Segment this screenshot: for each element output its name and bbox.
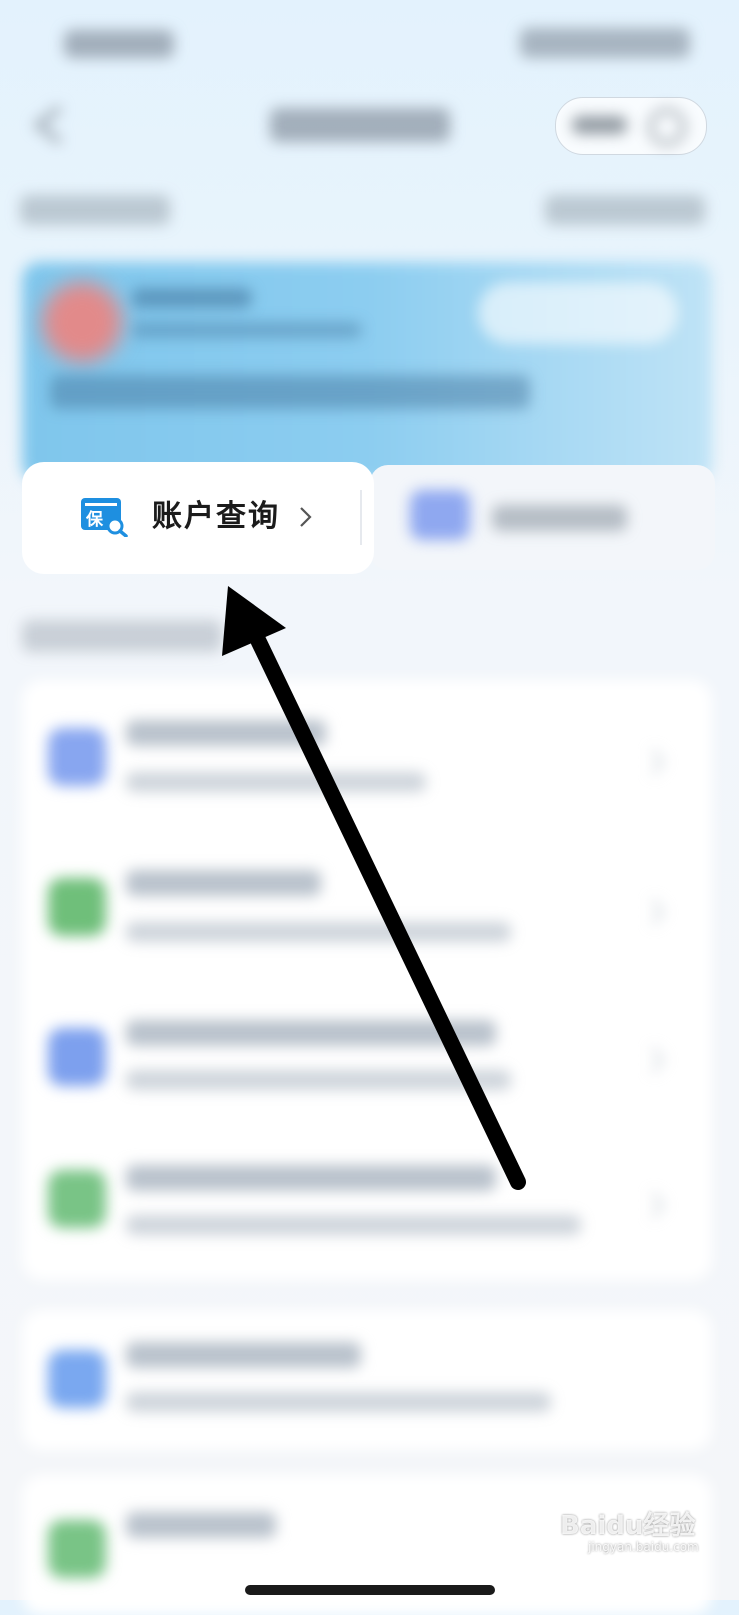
- list-item-title[interactable]: [126, 1342, 361, 1368]
- list-item-icon[interactable]: [48, 1350, 106, 1408]
- list-item-icon[interactable]: [48, 1028, 106, 1086]
- list-item-subtitle: [126, 1070, 511, 1090]
- list-item-subtitle: [126, 772, 426, 792]
- back-icon[interactable]: [20, 100, 80, 150]
- more-icon[interactable]: [572, 116, 627, 134]
- chevron-right-icon: [650, 1185, 666, 1225]
- chevron-right-icon: [650, 742, 666, 782]
- list-item-subtitle: [126, 1215, 581, 1235]
- card-user-id: [132, 322, 362, 338]
- list-item-title[interactable]: [126, 870, 321, 896]
- status-icons: [520, 28, 690, 58]
- insurance-search-icon: 保: [80, 495, 128, 538]
- section-heading: [22, 620, 222, 652]
- list-item-title[interactable]: [126, 1020, 496, 1046]
- watermark-url: jingyan.baidu.com: [588, 1540, 699, 1554]
- chevron-right-icon: [650, 892, 666, 932]
- insurance-icon-char: 保: [85, 509, 104, 530]
- list-item-subtitle: [126, 922, 511, 942]
- status-time: [64, 30, 174, 58]
- page-title: [270, 108, 450, 142]
- card-detail-line: [50, 375, 530, 409]
- account-query-label[interactable]: 账户查询: [152, 494, 280, 540]
- chevron-right-icon: [296, 505, 316, 529]
- list-item-icon[interactable]: [48, 728, 106, 786]
- switch-link[interactable]: [545, 195, 705, 225]
- divider: [360, 490, 362, 545]
- close-icon[interactable]: [648, 108, 686, 146]
- list-item-icon[interactable]: [48, 1520, 106, 1578]
- service-icon[interactable]: [410, 490, 470, 540]
- list-item-subtitle: [126, 1392, 551, 1412]
- list-item-title[interactable]: [126, 1512, 276, 1538]
- service-label[interactable]: [492, 505, 627, 531]
- mini-program-capsule[interactable]: [555, 97, 707, 155]
- avatar: [42, 282, 122, 362]
- location-text: [20, 195, 170, 225]
- chevron-right-icon: [650, 1040, 666, 1080]
- list-item-icon[interactable]: [48, 1170, 106, 1228]
- list-item-title[interactable]: [126, 720, 326, 746]
- service-card: [22, 1310, 712, 1450]
- list-item-icon[interactable]: [48, 878, 106, 936]
- card-user-name: [132, 288, 252, 308]
- home-indicator: [245, 1585, 495, 1595]
- watermark-logo: Baidu经验: [560, 1511, 696, 1541]
- card-action-button[interactable]: [478, 282, 678, 344]
- list-item-title[interactable]: [126, 1165, 496, 1191]
